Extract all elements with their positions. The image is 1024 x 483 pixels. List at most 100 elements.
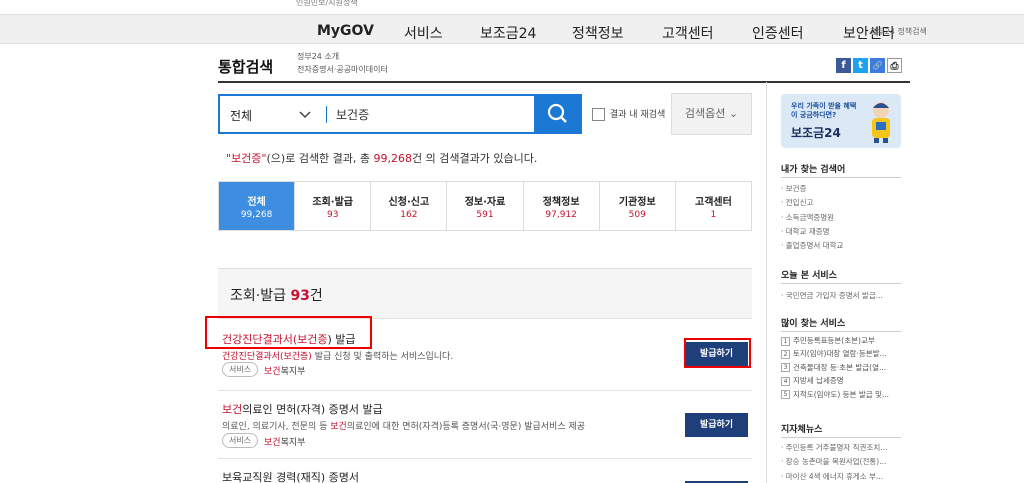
list-item[interactable]: 졸업증명서 대학교	[781, 239, 844, 253]
list-item[interactable]: 대학교 재증명	[781, 225, 843, 239]
subsidy-banner[interactable]: 우리 가족이 받을 혜택이 궁금하다면? 보조금24	[781, 94, 901, 148]
section-header: 조회·발급 93건	[218, 269, 752, 319]
list-item[interactable]: 전입신고	[781, 196, 843, 210]
list-item[interactable]: 5 지적도(임야도) 등본 발급 및...	[781, 388, 889, 401]
org-highlight: 보건	[264, 438, 281, 448]
list-item[interactable]: 국민연금 가입자 증명서 발급...	[781, 289, 883, 303]
frequent-services-list: 1 주민등록표등본(초본)교부 2 토지(임야)대장 열람·등본발... 3 건축물대…	[781, 334, 889, 401]
section-divider	[781, 331, 901, 332]
list-item[interactable]: 소득금액증명원	[781, 211, 843, 225]
tab-count: 162	[400, 210, 418, 220]
highlight-box	[205, 316, 372, 349]
item-desc-pre: 의료인, 의료기사, 전문의 등	[222, 422, 331, 432]
link-icon[interactable]: 🔗	[870, 58, 885, 73]
rank-number: 1	[781, 336, 790, 346]
list-item[interactable]: 3 건축물대장 등·초본 발급(열...	[781, 361, 889, 374]
page-title: 통합검색	[218, 58, 274, 76]
rank-number: 3	[781, 363, 790, 373]
mascot-icon	[872, 102, 890, 143]
nav-item-policy[interactable]: 정책정보	[572, 23, 624, 43]
list-item[interactable]: 2 토지(임야)대장 열람·등본발...	[781, 347, 889, 360]
search-scope-select[interactable]: 전체	[230, 107, 252, 124]
service-badge: 서비스	[222, 362, 259, 377]
header-link-about[interactable]: 정부24 소개	[297, 50, 388, 63]
tab-count: 99,268	[240, 210, 273, 220]
rank-number: 5	[781, 390, 790, 400]
utility-text: 인원민보/지원정책	[296, 0, 358, 7]
search-button[interactable]	[534, 94, 582, 134]
issue-button[interactable]: 발급하기	[685, 413, 748, 437]
item-title[interactable]: 보건의료인 면허(자격) 증명서 발급	[222, 401, 383, 417]
chevron-down-icon[interactable]	[298, 104, 312, 124]
within-search-option[interactable]: 결과 내 재검색	[592, 107, 665, 121]
list-item-label: 주민등록표등본(초본)교부	[793, 336, 875, 345]
tab-all[interactable]: 전체 99,268	[219, 182, 296, 230]
tab-issue[interactable]: 조회·발급 93	[295, 182, 372, 230]
tab-label: 신청·신고	[388, 197, 430, 208]
tab-label: 정책정보	[542, 197, 580, 208]
section-title: 조회·발급 93건	[230, 285, 323, 305]
section-count-suffix: 건	[309, 288, 323, 304]
nav-item-certificate[interactable]: 인증센터	[752, 23, 804, 43]
tab-count: 509	[628, 210, 646, 220]
twitter-icon[interactable]: t	[853, 58, 868, 73]
result-count: 99,268	[373, 152, 413, 165]
org-highlight: 보건	[264, 367, 281, 377]
tab-count: 97,912	[545, 210, 577, 220]
search-input[interactable]	[336, 104, 536, 124]
list-item-label: 지적도(임야도) 등본 발급 및...	[793, 389, 890, 399]
tab-info[interactable]: 정보·자료 591	[447, 182, 524, 230]
nav-item-mygov[interactable]: MyGOV	[317, 23, 374, 39]
tab-apply[interactable]: 신청·신고 162	[371, 182, 448, 230]
item-desc-post: 발급 신청 및 출력하는 서비스입니다.	[311, 352, 454, 362]
search-box: 전체	[218, 94, 582, 134]
list-item: 보육교직원 경력(재직) 증명서	[218, 459, 752, 483]
utility-bar: 인원민보/지원정책	[0, 0, 1024, 12]
recent-services-list: 국민연금 가입자 증명서 발급...	[781, 289, 883, 303]
list-item[interactable]: 보건증	[781, 182, 843, 196]
highlight-box	[684, 338, 751, 368]
list-item-label: 건축물대장 등·초본 발급(열...	[793, 362, 887, 372]
result-section: 조회·발급 93건 건강진단결과서(보건증) 발급 건강진단결과서(보건증) 발…	[218, 268, 752, 483]
chevron-down-icon: ⌄	[728, 107, 739, 120]
item-description: 건강진단결과서(보건증) 발급 신청 및 출력하는 서비스입니다.	[222, 349, 453, 362]
item-desc-highlight: 보건	[330, 422, 347, 432]
section-title-label: 조회·발급	[230, 288, 286, 304]
service-badge: 서비스	[222, 433, 259, 448]
frequent-services-title: 많이 찾는 서비스	[781, 319, 846, 329]
tab-customer[interactable]: 고객센터 1	[676, 182, 751, 230]
list-item[interactable]: 마이산 4색 에너지 휴게소 부...	[781, 470, 887, 483]
tab-agency[interactable]: 기관정보 509	[600, 182, 676, 230]
popular-keywords-list: 보건증 전입신고 소득금액증명원 대학교 재증명 졸업증명서 대학교	[781, 182, 844, 253]
item-title[interactable]: 보육교직원 경력(재직) 증명서	[222, 469, 359, 483]
tab-count: 1	[710, 210, 717, 220]
tab-label: 정보·자료	[464, 197, 506, 208]
rank-number: 4	[781, 376, 790, 386]
section-count: 93	[290, 288, 310, 304]
local-news-title: 지자체뉴스	[781, 425, 823, 435]
item-title-post: 의료인 면허(자격) 증명서 발급	[242, 403, 383, 416]
local-news-list: 주민등록 거주불명자 직권조치... 장승 농촌마을 복원사업(전통)... 마…	[781, 441, 888, 483]
tab-policy[interactable]: 정책정보 97,912	[524, 182, 600, 230]
nav-sub-text: 정부24 정책검색	[870, 27, 927, 36]
nav-item-subsidy24[interactable]: 보조금24	[480, 23, 536, 43]
within-search-checkbox[interactable]	[592, 108, 605, 121]
search-options-button[interactable]: 검색옵션 ⌄	[671, 93, 752, 135]
tab-count: 93	[326, 210, 339, 220]
list-item[interactable]: 장승 농촌마을 복원사업(전통)...	[781, 455, 887, 469]
item-desc-highlight: 건강진단결과서(보건증)	[222, 352, 312, 362]
print-icon[interactable]: ⎙	[887, 58, 902, 73]
result-keyword: 보건증	[231, 152, 262, 165]
facebook-icon[interactable]: f	[836, 58, 851, 73]
nav-item-service[interactable]: 서비스	[404, 23, 443, 43]
tab-label: 기관정보	[618, 197, 656, 208]
list-item: 보건의료인 면허(자격) 증명서 발급 의료인, 의료기사, 전문의 등 보건의…	[218, 391, 752, 459]
list-item[interactable]: 4 지방세 납세증명	[781, 374, 889, 387]
result-text-1: (으)로 검색한 결과, 총	[266, 152, 374, 165]
tab-label: 조회·발급	[312, 197, 354, 208]
recent-services-title: 오늘 본 서비스	[781, 271, 837, 281]
list-item[interactable]: 주민등록 거주불명자 직권조치...	[781, 441, 888, 455]
nav-item-customer[interactable]: 고객센터	[662, 23, 714, 43]
header-link-mydata[interactable]: 전자증명서·공공마이데이터	[297, 63, 388, 76]
list-item[interactable]: 1 주민등록표등본(초본)교부	[781, 334, 889, 347]
